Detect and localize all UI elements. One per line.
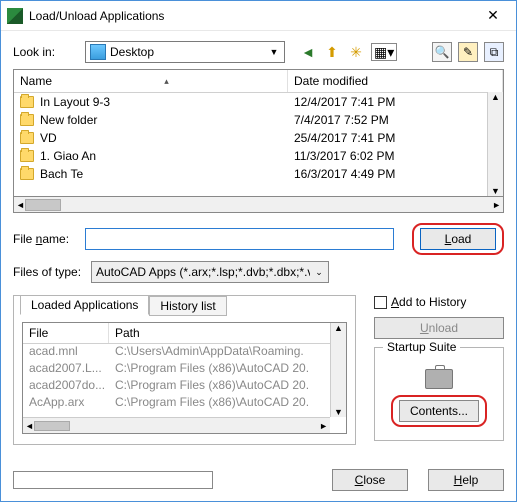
scroll-down-icon: ▼	[491, 186, 500, 196]
contents-button[interactable]: Contents...	[399, 400, 479, 422]
filetype-value: AutoCAD Apps (*.arx;*.lsp;*.dvb;*.dbx;*.…	[96, 265, 310, 279]
list-item[interactable]: 1. Giao An 11/3/2017 6:02 PM	[14, 147, 503, 165]
loaded-apps-panel: Loaded Applications History list File Pa…	[13, 295, 356, 445]
unload-button[interactable]: Unload	[374, 317, 504, 339]
chevron-down-icon: ⌄	[312, 264, 326, 280]
tab-loaded-applications[interactable]: Loaded Applications	[20, 295, 149, 315]
file-list-vscroll[interactable]: ▲ ▼	[487, 92, 503, 196]
folder-icon	[20, 132, 34, 144]
startup-suite-group: Startup Suite Contents...	[374, 347, 504, 441]
list-item[interactable]: New folder 7/4/2017 7:52 PM	[14, 111, 503, 129]
filetype-combo[interactable]: AutoCAD Apps (*.arx;*.lsp;*.dvb;*.dbx;*.…	[91, 261, 329, 283]
tools-button[interactable]: ✎	[458, 42, 478, 62]
right-column: Add to History Unload Startup Suite Cont…	[374, 295, 504, 445]
close-button[interactable]: Close	[332, 469, 408, 491]
app-icon	[7, 8, 23, 24]
dialog-content: Look in: Desktop ▼ ◄ ⬆ ✳ ▦▾ 🔍 ✎ ⧉	[1, 31, 516, 453]
new-folder-button[interactable]: ✳	[347, 43, 365, 61]
progress-bar	[13, 471, 213, 489]
up-one-level-button[interactable]: ⬆	[323, 43, 341, 61]
column-path[interactable]: Path	[109, 323, 346, 343]
column-date[interactable]: Date modified	[288, 70, 503, 92]
scroll-thumb[interactable]	[34, 421, 70, 431]
loaded-list-header: File Path	[23, 323, 346, 344]
lower-area: Loaded Applications History list File Pa…	[13, 295, 504, 445]
sort-indicator-icon: ▴	[164, 76, 169, 87]
column-file[interactable]: File	[23, 323, 109, 343]
loaded-rows: acad.mnl C:\Users\Admin\AppData\Roaming.…	[23, 344, 346, 412]
window-close-button[interactable]: ✕	[470, 1, 516, 31]
contents-button-highlight: Contents...	[391, 395, 487, 427]
filename-label: File name:	[13, 232, 85, 246]
extra-button[interactable]: ⧉	[484, 42, 504, 62]
folder-icon	[20, 168, 34, 180]
folder-icon	[20, 150, 34, 162]
views-menu-button[interactable]: ▦▾	[371, 43, 397, 61]
folder-icon	[20, 114, 34, 126]
load-button-highlight: Load	[412, 223, 504, 255]
search-web-button[interactable]: 🔍	[432, 42, 452, 62]
loaded-hscroll[interactable]: ◄ ►	[23, 417, 330, 433]
load-unload-dialog: Load/Unload Applications ✕ Look in: Desk…	[0, 0, 517, 502]
file-list-header: Name ▴ Date modified	[14, 70, 503, 93]
list-item[interactable]: VD 25/4/2017 7:41 PM	[14, 129, 503, 147]
window-title: Load/Unload Applications	[29, 9, 470, 23]
list-item[interactable]: Bach Te 16/3/2017 4:49 PM	[14, 165, 503, 183]
lookin-combo[interactable]: Desktop ▼	[85, 41, 285, 63]
filename-row: File name: Load	[13, 223, 504, 255]
scroll-left-icon: ◄	[16, 200, 25, 210]
file-rows: In Layout 9-3 12/4/2017 7:41 PM New fold…	[14, 93, 503, 183]
footer: Close Help	[13, 469, 504, 491]
scroll-right-icon: ►	[492, 200, 501, 210]
add-to-history-checkbox[interactable]: Add to History	[374, 295, 504, 309]
list-item[interactable]: acad2007.L... C:\Program Files (x86)\Aut…	[23, 361, 346, 378]
column-name[interactable]: Name ▴	[14, 70, 288, 92]
tool-icons: 🔍 ✎ ⧉	[432, 42, 504, 62]
load-button[interactable]: Load	[420, 228, 496, 250]
desktop-icon	[90, 44, 106, 60]
lookin-label: Look in:	[13, 45, 85, 59]
lookin-row: Look in: Desktop ▼ ◄ ⬆ ✳ ▦▾ 🔍 ✎ ⧉	[13, 41, 504, 63]
file-list[interactable]: Name ▴ Date modified In Layout 9-3 12/4/…	[13, 69, 504, 197]
lookin-value: Desktop	[110, 45, 154, 59]
briefcase-icon[interactable]	[425, 369, 453, 389]
folder-icon	[20, 96, 34, 108]
back-button[interactable]: ◄	[299, 43, 317, 61]
list-item[interactable]: In Layout 9-3 12/4/2017 7:41 PM	[14, 93, 503, 111]
scroll-right-icon: ►	[319, 421, 328, 431]
list-item[interactable]: AcApp.arx C:\Program Files (x86)\AutoCAD…	[23, 395, 346, 412]
tabs: Loaded Applications History list	[20, 295, 227, 315]
loaded-vscroll[interactable]: ▲ ▼	[330, 323, 346, 417]
checkbox-box-icon	[374, 296, 387, 309]
file-list-hscroll[interactable]: ◄ ►	[13, 197, 504, 213]
nav-icons: ◄ ⬆ ✳ ▦▾	[299, 43, 397, 61]
column-date-label: Date modified	[294, 74, 368, 88]
list-item[interactable]: acad2007do... C:\Program Files (x86)\Aut…	[23, 378, 346, 395]
help-button[interactable]: Help	[428, 469, 504, 491]
chevron-down-icon: ▼	[266, 44, 282, 60]
scroll-down-icon: ▼	[334, 407, 343, 417]
scroll-left-icon: ◄	[25, 421, 34, 431]
filename-input[interactable]	[85, 228, 394, 250]
scroll-up-icon: ▲	[334, 323, 343, 333]
loaded-list[interactable]: File Path acad.mnl C:\Users\Admin\AppDat…	[22, 322, 347, 434]
scroll-thumb[interactable]	[25, 199, 61, 211]
titlebar: Load/Unload Applications ✕	[1, 1, 516, 31]
startup-suite-legend: Startup Suite	[383, 340, 460, 354]
filetype-row: Files of type: AutoCAD Apps (*.arx;*.lsp…	[13, 261, 504, 283]
filetype-label: Files of type:	[13, 265, 91, 279]
tab-history-list[interactable]: History list	[149, 296, 226, 316]
column-name-label: Name	[20, 74, 52, 88]
list-item[interactable]: acad.mnl C:\Users\Admin\AppData\Roaming.	[23, 344, 346, 361]
scroll-up-icon: ▲	[491, 92, 500, 102]
